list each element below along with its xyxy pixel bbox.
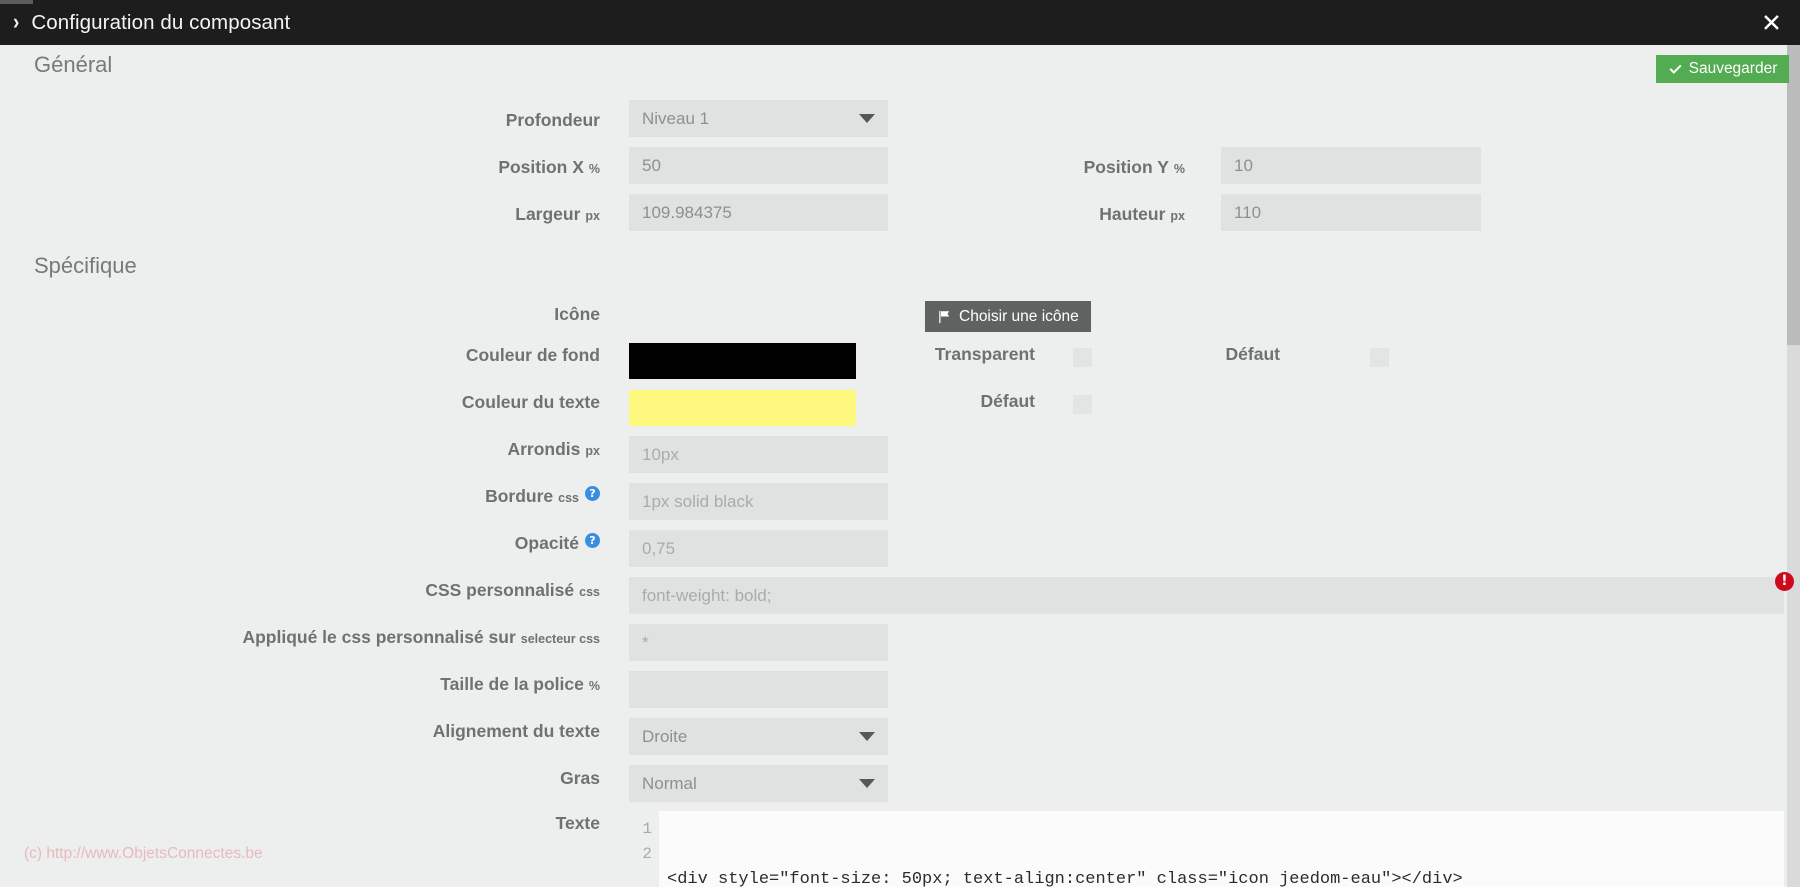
dialog-titlebar: › Configuration du composant ✕	[0, 0, 1800, 45]
code-body[interactable]: <div style="font-size: 50px; text-align:…	[659, 811, 1784, 887]
label-profondeur: Profondeur	[505, 110, 600, 130]
checkbox-defaut-texte[interactable]	[1073, 395, 1092, 414]
label-position-x: Position X %	[498, 157, 600, 177]
input-position-y[interactable]	[1221, 147, 1481, 184]
input-taille-police[interactable]	[629, 671, 888, 708]
chevron-down-icon	[859, 732, 875, 741]
label-css-personnalise: CSS personnalisé css	[425, 580, 600, 600]
label-position-y: Position Y %	[1083, 157, 1185, 177]
chevron-down-icon	[859, 779, 875, 788]
checkbox-defaut-fond[interactable]	[1370, 348, 1389, 367]
component-configuration-dialog: › Configuration du composant ✕ Général S…	[0, 0, 1800, 887]
label-alignement: Alignement du texte	[432, 721, 600, 741]
label-taille-police: Taille de la police %	[440, 674, 600, 694]
code-editor-texte[interactable]: 1 2 <div style="font-size: 50px; text-al…	[629, 811, 1784, 887]
section-heading-specifique: Spécifique	[34, 253, 137, 278]
label-gras: Gras	[560, 768, 600, 788]
label-couleur-fond: Couleur de fond	[465, 345, 600, 365]
tab-nub	[0, 0, 33, 4]
label-bordure: Bordure css ?	[380, 486, 600, 507]
label-arrondis: Arrondis px	[507, 439, 600, 459]
code-line-number: 1	[642, 820, 652, 838]
footer-copyright: (c) http://www.ObjetsConnectes.be	[24, 845, 263, 862]
section-heading-general: Général	[34, 52, 113, 77]
chevron-down-icon	[859, 114, 875, 123]
select-alignement-value: Droite	[642, 726, 688, 746]
select-profondeur[interactable]: Niveau 1	[629, 100, 888, 137]
label-icone: Icône	[554, 304, 600, 324]
label-defaut-fond: Défaut	[1225, 344, 1280, 364]
label-css-selecteur: Appliqué le css personnalisé sur selecte…	[242, 627, 600, 647]
save-button[interactable]: Sauvegarder	[1656, 55, 1789, 83]
label-texte: Texte	[555, 813, 600, 833]
select-profondeur-value: Niveau 1	[642, 108, 710, 128]
flag-icon	[939, 310, 950, 323]
label-hauteur: Hauteur px	[1099, 204, 1185, 224]
label-couleur-texte: Couleur du texte	[461, 392, 600, 412]
code-line-number: 2	[642, 845, 652, 863]
help-icon-bordure[interactable]: ?	[585, 486, 600, 501]
input-arrondis[interactable]	[629, 436, 888, 473]
choose-icon-button[interactable]: Choisir une icône	[925, 301, 1091, 332]
error-badge[interactable]: !	[1775, 572, 1794, 591]
code-line: <div style="font-size: 50px; text-align:…	[667, 870, 1463, 887]
save-button-label: Sauvegarder	[1688, 60, 1778, 77]
label-transparent: Transparent	[934, 344, 1035, 364]
help-icon-opacite[interactable]: ?	[585, 533, 600, 548]
choose-icon-label: Choisir une icône	[959, 307, 1079, 325]
input-css-personnalise[interactable]	[629, 577, 1784, 614]
check-icon	[1669, 64, 1682, 74]
code-gutter: 1 2	[629, 811, 659, 887]
input-hauteur[interactable]	[1221, 194, 1481, 231]
input-css-selecteur[interactable]	[629, 624, 888, 661]
input-bordure[interactable]	[629, 483, 888, 520]
select-gras-value: Normal	[642, 773, 697, 793]
scrollbar-thumb[interactable]	[1787, 45, 1800, 345]
label-largeur: Largeur px	[515, 204, 600, 224]
select-alignement[interactable]: Droite	[629, 718, 888, 755]
close-icon[interactable]: ✕	[1761, 10, 1782, 35]
input-opacite[interactable]	[629, 530, 888, 567]
dialog-title: Configuration du composant	[31, 10, 291, 34]
label-defaut-texte: Défaut	[980, 391, 1035, 411]
chevron-right-icon[interactable]: ›	[13, 12, 19, 34]
label-opacite: Opacité ?	[380, 533, 600, 554]
select-gras[interactable]: Normal	[629, 765, 888, 802]
